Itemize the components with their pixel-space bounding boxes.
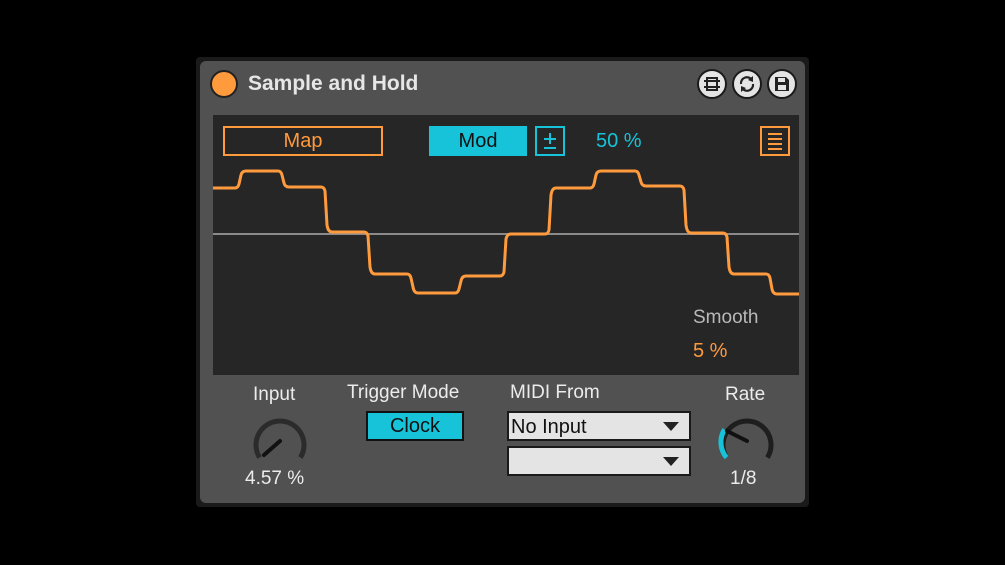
smooth-value[interactable]: 5 % [693, 340, 727, 363]
sample-hold-waveform [213, 169, 799, 296]
chevron-down-icon [663, 422, 679, 431]
hot-swap-button[interactable] [697, 69, 727, 99]
chevron-down-icon [663, 457, 679, 466]
rate-knob[interactable] [711, 407, 783, 471]
device-frame: Sample and Hold Map Mod 50 % Smooth 5 % … [196, 57, 809, 507]
smooth-label[interactable]: Smooth [693, 307, 758, 329]
save-icon [775, 77, 789, 91]
hot-swap-icon [704, 77, 720, 91]
input-knob[interactable] [244, 407, 316, 471]
map-button[interactable]: Map [223, 126, 383, 156]
device-title: Sample and Hold [248, 72, 419, 95]
sample-and-hold-device: Sample and Hold Map Mod 50 % Smooth 5 % … [200, 61, 805, 503]
rate-value[interactable]: 1/8 [730, 468, 756, 490]
midi-channel-dropdown[interactable] [507, 446, 691, 476]
input-value[interactable]: 4.57 % [245, 468, 304, 490]
save-preset-button[interactable] [767, 69, 797, 99]
midi-from-label: MIDI From [510, 382, 600, 403]
mod-amount-value[interactable]: 50 % [596, 126, 642, 156]
refresh-button[interactable] [732, 69, 762, 99]
list-icon [768, 133, 782, 150]
midi-from-dropdown[interactable]: No Input [507, 411, 691, 441]
waveform-display: Map Mod 50 % Smooth 5 % [213, 115, 799, 375]
plus-minus-icon [544, 133, 556, 149]
refresh-icon [739, 76, 755, 92]
input-label: Input [253, 384, 296, 405]
rate-label: Rate [725, 384, 766, 405]
device-power-button[interactable] [210, 70, 238, 98]
trigger-mode-button[interactable]: Clock [366, 411, 464, 441]
midi-from-value: No Input [511, 416, 587, 438]
menu-button[interactable] [760, 126, 790, 156]
title-bar: Sample and Hold [200, 61, 805, 107]
trigger-mode-label: Trigger Mode [347, 382, 460, 403]
bipolar-toggle[interactable] [535, 126, 565, 156]
mod-button[interactable]: Mod [429, 126, 527, 156]
